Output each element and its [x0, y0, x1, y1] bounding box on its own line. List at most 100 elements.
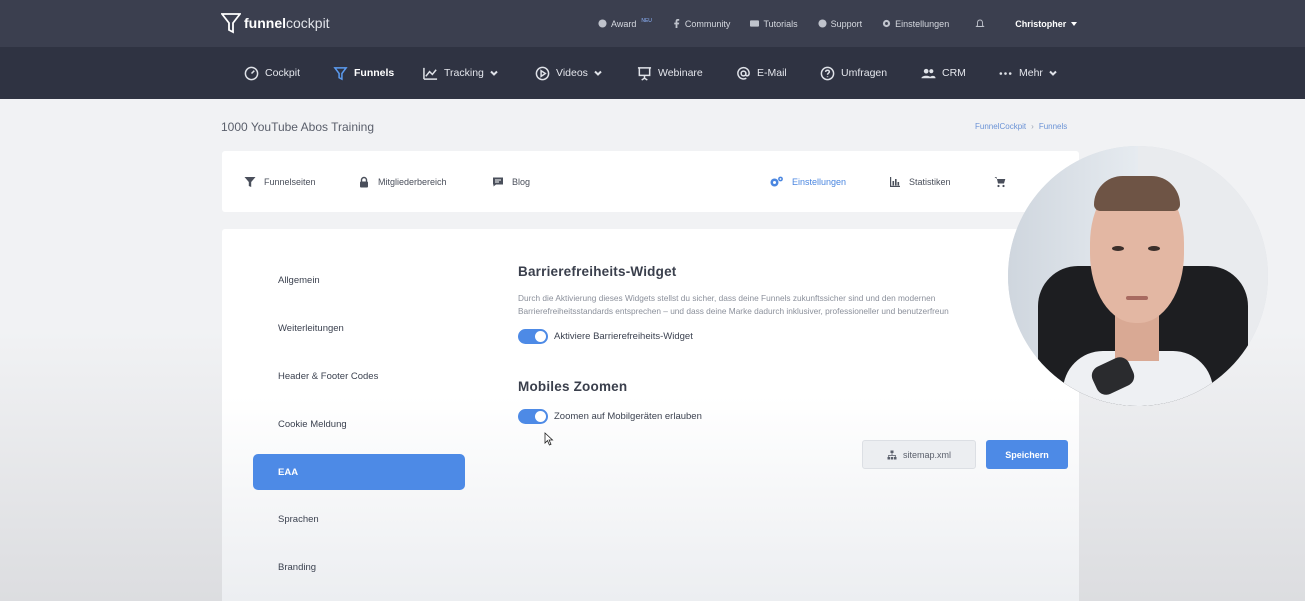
settings-panel: Allgemein Weiterleitungen Header & Foote…: [222, 229, 1079, 601]
nav-label: Umfragen: [841, 67, 888, 79]
webcam-overlay: [1008, 146, 1268, 406]
play-circle-icon: [535, 66, 550, 80]
globe-icon: [818, 19, 827, 28]
nav-umfragen[interactable]: Umfragen: [820, 47, 887, 99]
top-link-label: Community: [684, 18, 731, 29]
nav-label: Mehr: [1019, 67, 1043, 79]
nav-label: CRM: [942, 67, 966, 79]
tab-shop[interactable]: [994, 151, 1006, 212]
nav-funnels[interactable]: Funnels: [333, 47, 394, 99]
nav-label: Webinare: [658, 67, 703, 79]
toggle-label: Zoomen auf Mobilgeräten erlauben: [554, 411, 702, 422]
top-link-settings[interactable]: Einstellungen: [882, 19, 949, 29]
chevron-right-icon: ›: [1031, 122, 1034, 131]
tab-einstellungen[interactable]: Einstellungen: [769, 151, 846, 212]
tab-blog[interactable]: Blog: [492, 151, 530, 212]
save-button[interactable]: Speichern: [986, 440, 1068, 469]
user-name: Christopher: [1015, 18, 1067, 29]
nav-label: Cockpit: [265, 67, 301, 79]
sitemap-button-label: sitemap.xml: [902, 449, 951, 460]
tab-label: Einstellungen: [792, 176, 847, 187]
sitemap-button[interactable]: sitemap.xml: [862, 440, 976, 469]
sidebar-item-branding[interactable]: Branding: [253, 549, 465, 585]
nav-tracking[interactable]: Tracking: [423, 47, 498, 99]
breadcrumb: FunnelCockpit › Funnels: [975, 122, 1067, 131]
gear-icon: [883, 19, 891, 28]
chart-line-icon: [423, 67, 438, 80]
zoom-toggle-row: Zoomen auf Mobilgeräten erlauben: [518, 409, 702, 424]
top-links: Award NEU Community Tutorials Support Ein…: [598, 0, 1078, 47]
top-link-label: Einstellungen: [895, 18, 950, 29]
logo-text-light: cockpit: [286, 15, 330, 31]
users-icon: [921, 68, 936, 78]
chevron-down-icon: [594, 70, 602, 76]
shopping-cart-icon: [994, 176, 1006, 187]
nav-cockpit[interactable]: Cockpit: [244, 47, 300, 99]
webcam-hair: [1094, 176, 1180, 211]
tab-funnelseiten[interactable]: Funnelseiten: [244, 151, 316, 212]
tab-label: Mitgliederbereich: [378, 176, 447, 187]
new-badge: NEU: [641, 17, 652, 24]
at-icon: [737, 66, 750, 80]
funnel-tabs: Funnelseiten Mitgliederbereich Blog Eins…: [222, 151, 1079, 212]
gears-icon: [770, 176, 783, 186]
sidebar-item-allgemein[interactable]: Allgemein: [253, 262, 465, 298]
caret-down-icon: [1071, 21, 1078, 26]
sidebar-item-eaa[interactable]: EAA: [253, 454, 465, 490]
tab-statistiken[interactable]: Statistiken: [889, 151, 951, 212]
widget-toggle-row: Aktiviere Barrierefreiheits-Widget: [518, 329, 693, 344]
film-icon: [750, 20, 760, 27]
accessibility-widget-toggle[interactable]: [518, 329, 548, 344]
mouse-cursor-icon: [544, 432, 554, 446]
award-icon: [598, 19, 607, 28]
nav-videos[interactable]: Videos: [535, 47, 602, 99]
sidebar-item-cookie-meldung[interactable]: Cookie Meldung: [253, 406, 465, 442]
chevron-down-icon: [490, 70, 498, 76]
top-link-award[interactable]: Award NEU: [598, 17, 652, 29]
sitemap-icon: [887, 450, 897, 459]
top-link-community[interactable]: Community: [672, 18, 731, 29]
dots-icon: [999, 71, 1012, 75]
widget-section-title: Barrierefreiheits-Widget: [518, 264, 677, 279]
question-circle-icon: [820, 66, 835, 80]
top-link-label: Award: [611, 18, 637, 29]
funnel-icon: [333, 66, 348, 80]
tab-label: Statistiken: [909, 176, 951, 187]
nav-webinare[interactable]: Webinare: [637, 47, 703, 99]
zoom-section-title: Mobiles Zoomen: [518, 379, 628, 394]
tab-label: Blog: [512, 176, 531, 187]
tab-mitgliederbereich[interactable]: Mitgliederbereich: [358, 151, 447, 212]
bar-chart-icon: [890, 176, 900, 187]
nav-label: Videos: [556, 67, 588, 79]
top-link-label: Support: [830, 18, 863, 29]
top-link-support[interactable]: Support: [818, 18, 863, 29]
chevron-down-icon: [1049, 70, 1057, 76]
logo[interactable]: funnel cockpit: [221, 12, 330, 34]
sidebar-item-weiterleitungen[interactable]: Weiterleitungen: [253, 310, 465, 346]
webcam-eye: [1148, 246, 1160, 251]
nav-label: E-Mail: [757, 67, 787, 79]
presentation-icon: [637, 66, 652, 81]
top-link-tutorials[interactable]: Tutorials: [750, 19, 798, 29]
nav-email[interactable]: E-Mail: [736, 47, 787, 99]
nav-mehr[interactable]: Mehr: [998, 47, 1057, 99]
lock-icon: [360, 176, 368, 187]
funnel-icon: [244, 176, 256, 187]
widget-description: Durch die Aktivierung dieses Widgets ste…: [518, 293, 949, 316]
sidebar-item-sprachen[interactable]: Sprachen: [253, 501, 465, 537]
mobile-zoom-toggle[interactable]: [518, 409, 548, 424]
user-menu[interactable]: Christopher: [1015, 18, 1078, 29]
breadcrumb-link-funnels[interactable]: Funnels: [1039, 122, 1067, 131]
sidebar-item-header-footer-codes[interactable]: Header & Footer Codes: [253, 358, 465, 394]
facebook-icon: [674, 19, 680, 28]
nav-crm[interactable]: CRM: [921, 47, 966, 99]
logo-text-bold: funnel: [244, 15, 286, 31]
toggle-label: Aktiviere Barrierefreiheits-Widget: [554, 331, 693, 342]
webcam-eye: [1112, 246, 1124, 251]
blog-icon: [493, 177, 503, 186]
webcam-mouth: [1126, 296, 1148, 300]
breadcrumb-link-funnelcockpit[interactable]: FunnelCockpit: [975, 122, 1026, 131]
main-nav: Cockpit Funnels Tracking Videos Webinare…: [0, 47, 1305, 99]
bell-icon[interactable]: [975, 19, 985, 29]
nav-label: Tracking: [444, 67, 484, 79]
